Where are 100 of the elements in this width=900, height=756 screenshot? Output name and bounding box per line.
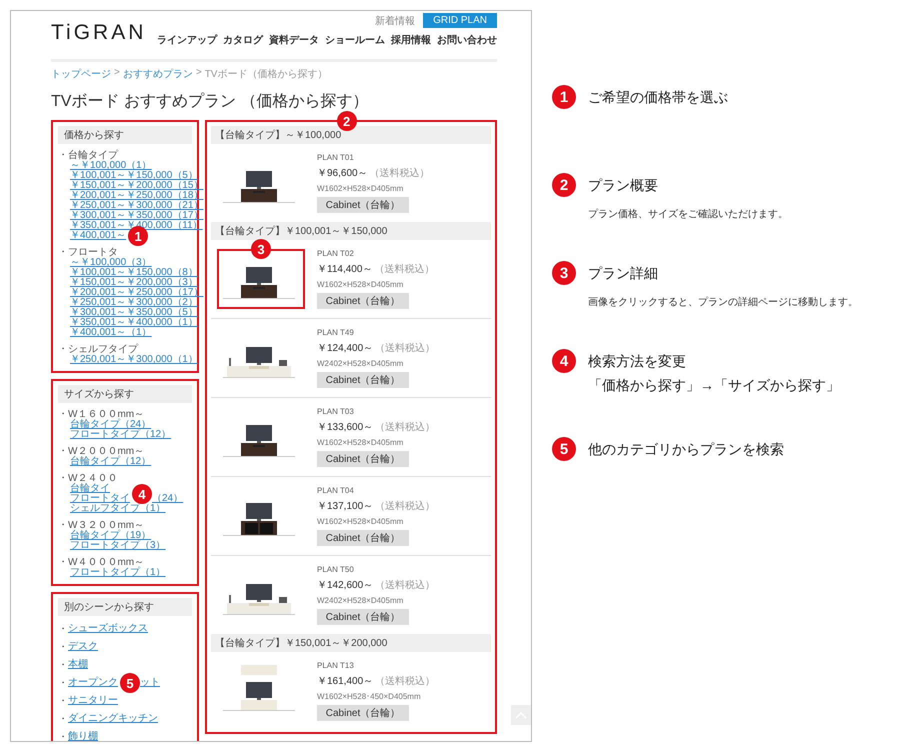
callout-marker: 5 <box>552 437 576 461</box>
breadcrumb-separator: > <box>196 67 202 80</box>
filter-link[interactable]: 台輪タイプ（24） <box>70 420 152 430</box>
category-link[interactable]: 飾り棚 <box>68 732 98 741</box>
callout-marker: 2 <box>336 111 357 131</box>
nav-link[interactable]: ラインアップ <box>157 33 217 47</box>
tax-note: （送料税込） <box>370 166 430 180</box>
bullet: ・ <box>58 731 68 741</box>
tax-note: （送料税込） <box>375 674 436 688</box>
plan-size: W1602×H528×D405mm <box>317 517 404 526</box>
nav-link[interactable]: 資料データ <box>269 33 319 47</box>
price-range-heading: 【台輪タイプ】￥100,001～￥150,000 <box>211 222 491 240</box>
category-link[interactable]: ット <box>140 678 160 688</box>
callout-marker: 5 <box>120 673 140 693</box>
plan-price: ￥137,100～ <box>317 500 374 513</box>
filter-link[interactable]: ￥400,001～（1） <box>70 328 152 338</box>
group-label: ・シェルフタイプ <box>58 344 140 355</box>
callout-marker: 4 <box>552 349 576 373</box>
category-link[interactable]: 本棚 <box>68 660 88 670</box>
cabinet-tag: Cabinet（台輪） <box>317 197 409 213</box>
filter-link[interactable]: ￥150,001～￥200,000（3） <box>70 278 198 288</box>
nav-link[interactable]: カタログ <box>223 33 263 47</box>
bullet: ・ <box>58 677 68 690</box>
filter-link[interactable]: ￥300,001～￥350,000（17） <box>70 211 204 221</box>
filter-link[interactable]: 台輪タイプ（19） <box>70 531 152 541</box>
group-label: ・W１６００mm～ <box>58 409 146 420</box>
plan-name: PLAN T04 <box>317 486 355 495</box>
filter-link[interactable]: シェルフタイプ（1） <box>70 504 166 514</box>
plan-size: W1602×H528･450×D405mm <box>317 692 422 701</box>
cabinet-tag: Cabinet（台輪） <box>317 609 409 625</box>
tax-note: （送料税込） <box>375 500 436 513</box>
plan-price: ￥133,600～ <box>317 421 374 434</box>
filter-link[interactable]: ￥150,001～￥200,000（15） <box>70 181 204 191</box>
tax-note: （送料税込） <box>375 342 436 355</box>
plan-size: W1602×H528×D405mm <box>317 184 404 193</box>
category-link[interactable]: ダイニングキッチン <box>68 714 158 724</box>
group-label: ・W２０００mm～ <box>58 446 146 457</box>
filter-link[interactable]: ￥200,001～￥250,000（17） <box>70 288 204 298</box>
category-link[interactable]: デスク <box>68 642 98 652</box>
filter-link[interactable]: ￥250,001～￥300,000（21） <box>70 201 204 211</box>
breadcrumb-link[interactable]: おすすめプラン <box>122 67 193 81</box>
bullet: ・ <box>58 623 68 636</box>
plan-size: W1602×H528×D405mm <box>317 280 404 289</box>
filter-link[interactable]: フロートタイプ（3） <box>70 541 166 551</box>
plan-name: PLAN T01 <box>317 153 355 162</box>
filter-link[interactable]: ￥200,001～￥250,000（18） <box>70 191 204 201</box>
filter-link[interactable]: ～￥100,000（3） <box>70 258 152 268</box>
plan-name: PLAN T50 <box>317 565 355 574</box>
cabinet-tag: Cabinet（台輪） <box>317 372 409 388</box>
sidebar-heading: 別のシーンから探す <box>58 598 192 616</box>
filter-link[interactable]: 台輪タイ <box>70 484 110 494</box>
bullet: ・ <box>58 713 68 726</box>
filter-link[interactable]: フロートタイプ（1） <box>70 568 166 578</box>
group-label: ・フロートタ <box>58 247 119 258</box>
plan-size: W2402×H528×D405mm <box>317 596 404 605</box>
price-range-heading: 【台輪タイプ】￥150,001～￥200,000 <box>211 634 491 652</box>
plan-price: ￥161,400～ <box>317 675 374 688</box>
filter-link[interactable]: フロートタイ <box>70 494 130 504</box>
breadcrumb-current: TVボード（価格から探す） <box>204 68 328 81</box>
cabinet-tag: Cabinet（台輪） <box>317 293 409 309</box>
filter-link[interactable]: ￥250,001～￥300,000（2） <box>70 298 198 308</box>
bullet: ・ <box>58 695 68 708</box>
filter-link[interactable]: ￥100,001～￥150,000（8） <box>70 268 198 278</box>
filter-link[interactable]: ￥300,001～￥350,000（5） <box>70 308 198 318</box>
filter-link[interactable]: ￥350,001～￥400,000（1） <box>70 318 198 328</box>
category-link[interactable]: オープンク <box>68 678 118 688</box>
plan-price: ￥124,400～ <box>317 342 374 355</box>
nav-link[interactable]: ショールーム <box>325 33 385 47</box>
news-link[interactable]: 新着情報 <box>375 14 416 28</box>
cabinet-tag: Cabinet（台輪） <box>317 451 409 467</box>
callout-marker: 3 <box>251 239 271 259</box>
filter-link[interactable]: フロートタイプ（12） <box>70 430 172 440</box>
group-label: ・台輪タイプ <box>58 150 120 161</box>
filter-link[interactable]: ￥100,001～￥150,000（5） <box>70 171 198 181</box>
category-link[interactable]: シューズボックス <box>68 624 148 634</box>
nav-link[interactable]: お問い合わせ <box>437 33 497 47</box>
filter-link[interactable]: （24） <box>152 494 184 504</box>
callout-marker: 3 <box>552 261 576 285</box>
grid-plan-button[interactable]: GRID PLAN <box>423 13 497 28</box>
plan-name: PLAN T49 <box>317 328 355 337</box>
annotation-title: 他のカテゴリからプランを検索 <box>588 440 785 459</box>
plan-price: ￥96,600～ <box>317 167 368 180</box>
logo[interactable]: TiGRAN <box>51 21 146 45</box>
annotation-title: プラン概要 <box>588 176 659 195</box>
filter-link[interactable]: ￥400,001～ <box>70 231 126 241</box>
cabinet-tag: Cabinet（台輪） <box>317 705 409 721</box>
filter-link[interactable]: 台輪タイプ（12） <box>70 457 152 467</box>
callout-marker: 2 <box>552 173 576 197</box>
tax-note: （送料税込） <box>374 262 434 276</box>
group-label: ・W４０００mm～ <box>58 557 146 568</box>
bullet: ・ <box>58 641 68 654</box>
plan-size: W2402×H528×D405mm <box>317 359 404 368</box>
filter-link[interactable]: ￥250,001～￥300,000（1） <box>70 355 198 365</box>
filter-link[interactable]: ～￥100,000（1） <box>70 161 152 171</box>
breadcrumb-link[interactable]: トップページ <box>51 67 111 81</box>
annotation-subtitle: 「価格から探す」→「サイズから探す」 <box>588 377 841 395</box>
tax-note: （送料税込） <box>375 420 436 434</box>
category-link[interactable]: サニタリー <box>68 696 118 706</box>
nav-link[interactable]: 採用情報 <box>391 33 431 47</box>
breadcrumb-separator: > <box>114 67 120 80</box>
